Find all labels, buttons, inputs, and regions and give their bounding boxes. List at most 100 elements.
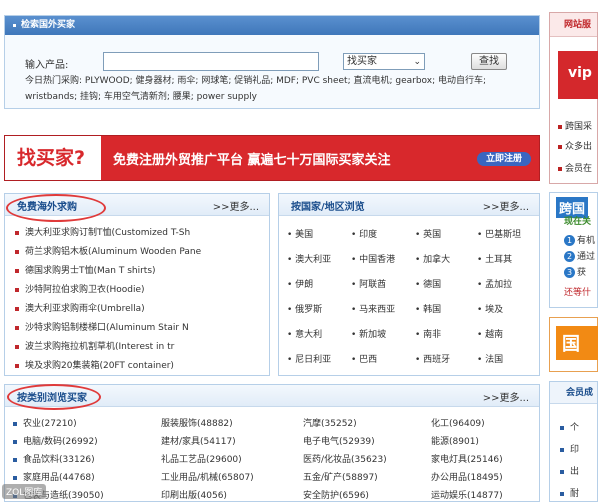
- demand-item[interactable]: 德国求购男士T恤(Man T shirts): [15, 263, 215, 276]
- search-button[interactable]: 查找: [471, 53, 507, 70]
- service-item[interactable]: 众多出: [558, 139, 592, 152]
- what-waiting-link[interactable]: 还等什: [564, 285, 591, 298]
- category-link[interactable]: 工业用品/机械(65807): [161, 470, 254, 483]
- bullet-icon: [15, 287, 19, 292]
- demand-item[interactable]: 荷兰求购铝木板(Aluminum Wooden Pane: [15, 244, 215, 257]
- country-link[interactable]: • 意大利: [287, 327, 322, 340]
- category-link[interactable]: 家电灯具(25146): [431, 452, 503, 465]
- free-overseas-demand-panel: 免费海外求购 >>更多... 澳大利亚求购订制T恤(Customized T-S…: [4, 193, 270, 376]
- product-label: 输入产品:: [25, 60, 69, 71]
- bullet-icon: [13, 475, 17, 480]
- country-link[interactable]: • 巴基斯坦: [477, 227, 521, 240]
- demand-item[interactable]: 澳大利亚求购订制T恤(Customized T-Sh: [15, 225, 215, 238]
- country-panel-title: 按国家/地区浏览: [291, 202, 365, 213]
- hot-purchases[interactable]: 今日热门采购: PLYWOOD; 健身器材; 雨伞; 网球笔; 促销礼品; MD…: [25, 73, 537, 105]
- bullet-icon: [13, 439, 17, 444]
- demand-item[interactable]: 沙特求购铝制楼梯口(Aluminum Stair N: [15, 320, 215, 333]
- banner-find-buyer: 找买家?: [5, 136, 101, 180]
- country-link[interactable]: • 印度: [351, 227, 377, 240]
- demand-item[interactable]: 沙特阿拉伯求购卫衣(Hoodie): [15, 282, 215, 295]
- demand-panel-title: 免费海外求购: [17, 202, 77, 213]
- country-link[interactable]: • 西班牙: [415, 352, 450, 365]
- country-link[interactable]: • 巴西: [351, 352, 377, 365]
- country-link[interactable]: • 伊朗: [287, 277, 313, 290]
- bullet-icon: [15, 344, 19, 349]
- member-item[interactable]: 耐: [560, 486, 579, 499]
- banner-slogan: 免费注册外贸推广平台 赢遍七十万国际买家关注: [113, 153, 391, 168]
- category-link[interactable]: 农业(27210): [13, 416, 77, 429]
- demand-panel-header: 免费海外求购 >>更多...: [5, 194, 269, 216]
- right-ad-box[interactable]: 国: [549, 317, 598, 372]
- country-link[interactable]: • 法国: [477, 352, 503, 365]
- category-link[interactable]: 安全防护(6596): [303, 488, 369, 501]
- site-services-title: 网站服: [550, 13, 597, 37]
- category-more-link[interactable]: >>更多...: [483, 389, 529, 404]
- bullet-icon: [558, 166, 562, 171]
- country-link[interactable]: • 阿联酋: [351, 277, 386, 290]
- register-banner[interactable]: 找买家? 免费注册外贸推广平台 赢遍七十万国际买家关注 立即注册: [4, 135, 540, 181]
- country-link[interactable]: • 新加坡: [351, 327, 386, 340]
- cross-border-panel: 跨国 现在关 1 有机 2 通过 3获 还等什: [549, 192, 598, 308]
- category-link[interactable]: 建材/家具(54117): [161, 434, 236, 447]
- category-link[interactable]: 家庭用品(44768): [13, 470, 95, 483]
- watermark: ZOL图库: [2, 484, 47, 499]
- country-link[interactable]: • 加拿大: [415, 252, 450, 265]
- country-link[interactable]: • 越南: [477, 327, 503, 340]
- category-link[interactable]: 五金/矿产(58897): [303, 470, 378, 483]
- product-search-input[interactable]: [103, 52, 319, 71]
- register-now-button[interactable]: 立即注册: [477, 152, 531, 166]
- service-item[interactable]: 会员在: [558, 161, 592, 174]
- country-link[interactable]: • 澳大利亚: [287, 252, 331, 265]
- country-link[interactable]: • 英国: [415, 227, 441, 240]
- category-link[interactable]: 运动娱乐(14877): [431, 488, 503, 501]
- category-panel-header: 按类别浏览买家 >>更多...: [5, 385, 539, 407]
- country-more-link[interactable]: >>更多...: [483, 198, 529, 213]
- category-link[interactable]: 汽摩(35252): [303, 416, 357, 429]
- bullet-icon: [560, 447, 564, 452]
- country-link[interactable]: • 韩国: [415, 302, 441, 315]
- country-link[interactable]: • 南非: [415, 327, 441, 340]
- bullet-icon: [15, 306, 19, 311]
- category-browse-panel: 按类别浏览买家 >>更多... 农业(27210) 服装服饰(48882) 汽摩…: [4, 384, 540, 502]
- demand-item[interactable]: 澳大利亚求购雨伞(Umbrella): [15, 301, 215, 314]
- search-row: 输入产品: 找买家 ⌄ 查找: [25, 52, 535, 72]
- country-browse-panel: 按国家/地区浏览 >>更多... • 美国 • 印度 • 英国 • 巴基斯坦 •…: [278, 193, 540, 376]
- search-panel-title: 检索国外买家: [21, 20, 76, 30]
- category-link[interactable]: 礼品工艺品(29600): [161, 452, 242, 465]
- bullet-icon: [13, 24, 16, 27]
- bullet-icon: [15, 268, 19, 273]
- category-link[interactable]: 办公用品(18495): [431, 470, 503, 483]
- demand-item[interactable]: 埃及求购20集装箱(20FT container): [15, 358, 215, 371]
- country-link[interactable]: • 德国: [415, 277, 441, 290]
- country-link[interactable]: • 尼日利亚: [287, 352, 331, 365]
- country-link[interactable]: • 土耳其: [477, 252, 512, 265]
- category-link[interactable]: 能源(8901): [431, 434, 479, 447]
- member-item[interactable]: 个: [560, 420, 579, 433]
- bullet-icon: [560, 425, 564, 430]
- country-link[interactable]: • 中国香港: [351, 252, 395, 265]
- category-link[interactable]: 电子电气(52939): [303, 434, 375, 447]
- bullet-icon: [13, 421, 17, 426]
- country-link[interactable]: • 俄罗斯: [287, 302, 322, 315]
- demand-more-link[interactable]: >>更多...: [213, 198, 259, 213]
- category-link[interactable]: 医药/化妆品(35623): [303, 452, 387, 465]
- country-link[interactable]: • 埃及: [477, 302, 503, 315]
- category-link[interactable]: 化工(96409): [431, 416, 485, 429]
- step-item: 3获: [564, 265, 586, 278]
- country-link[interactable]: • 美国: [287, 227, 313, 240]
- search-panel-header: 检索国外买家: [5, 16, 539, 35]
- category-link[interactable]: 印刷出版(4056): [161, 488, 227, 501]
- member-item[interactable]: 出: [560, 464, 579, 477]
- service-item[interactable]: 跨国采: [558, 119, 592, 132]
- vip-banner[interactable]: vip: [558, 51, 598, 99]
- category-link[interactable]: 服装服饰(48882): [161, 416, 233, 429]
- country-link[interactable]: • 马来西亚: [351, 302, 395, 315]
- category-link[interactable]: 电脑/数码(26992): [13, 434, 98, 447]
- bullet-icon: [15, 249, 19, 254]
- buyer-search-panel: 检索国外买家 输入产品: 找买家 ⌄ 查找 今日热门采购: PLYWOOD; 健…: [4, 15, 540, 109]
- member-item[interactable]: 印: [560, 442, 579, 455]
- demand-item[interactable]: 波兰求购拖拉机割草机(Interest in tr: [15, 339, 215, 352]
- search-type-select[interactable]: 找买家 ⌄: [343, 53, 425, 70]
- category-link[interactable]: 食品饮料(33126): [13, 452, 95, 465]
- country-link[interactable]: • 孟加拉: [477, 277, 512, 290]
